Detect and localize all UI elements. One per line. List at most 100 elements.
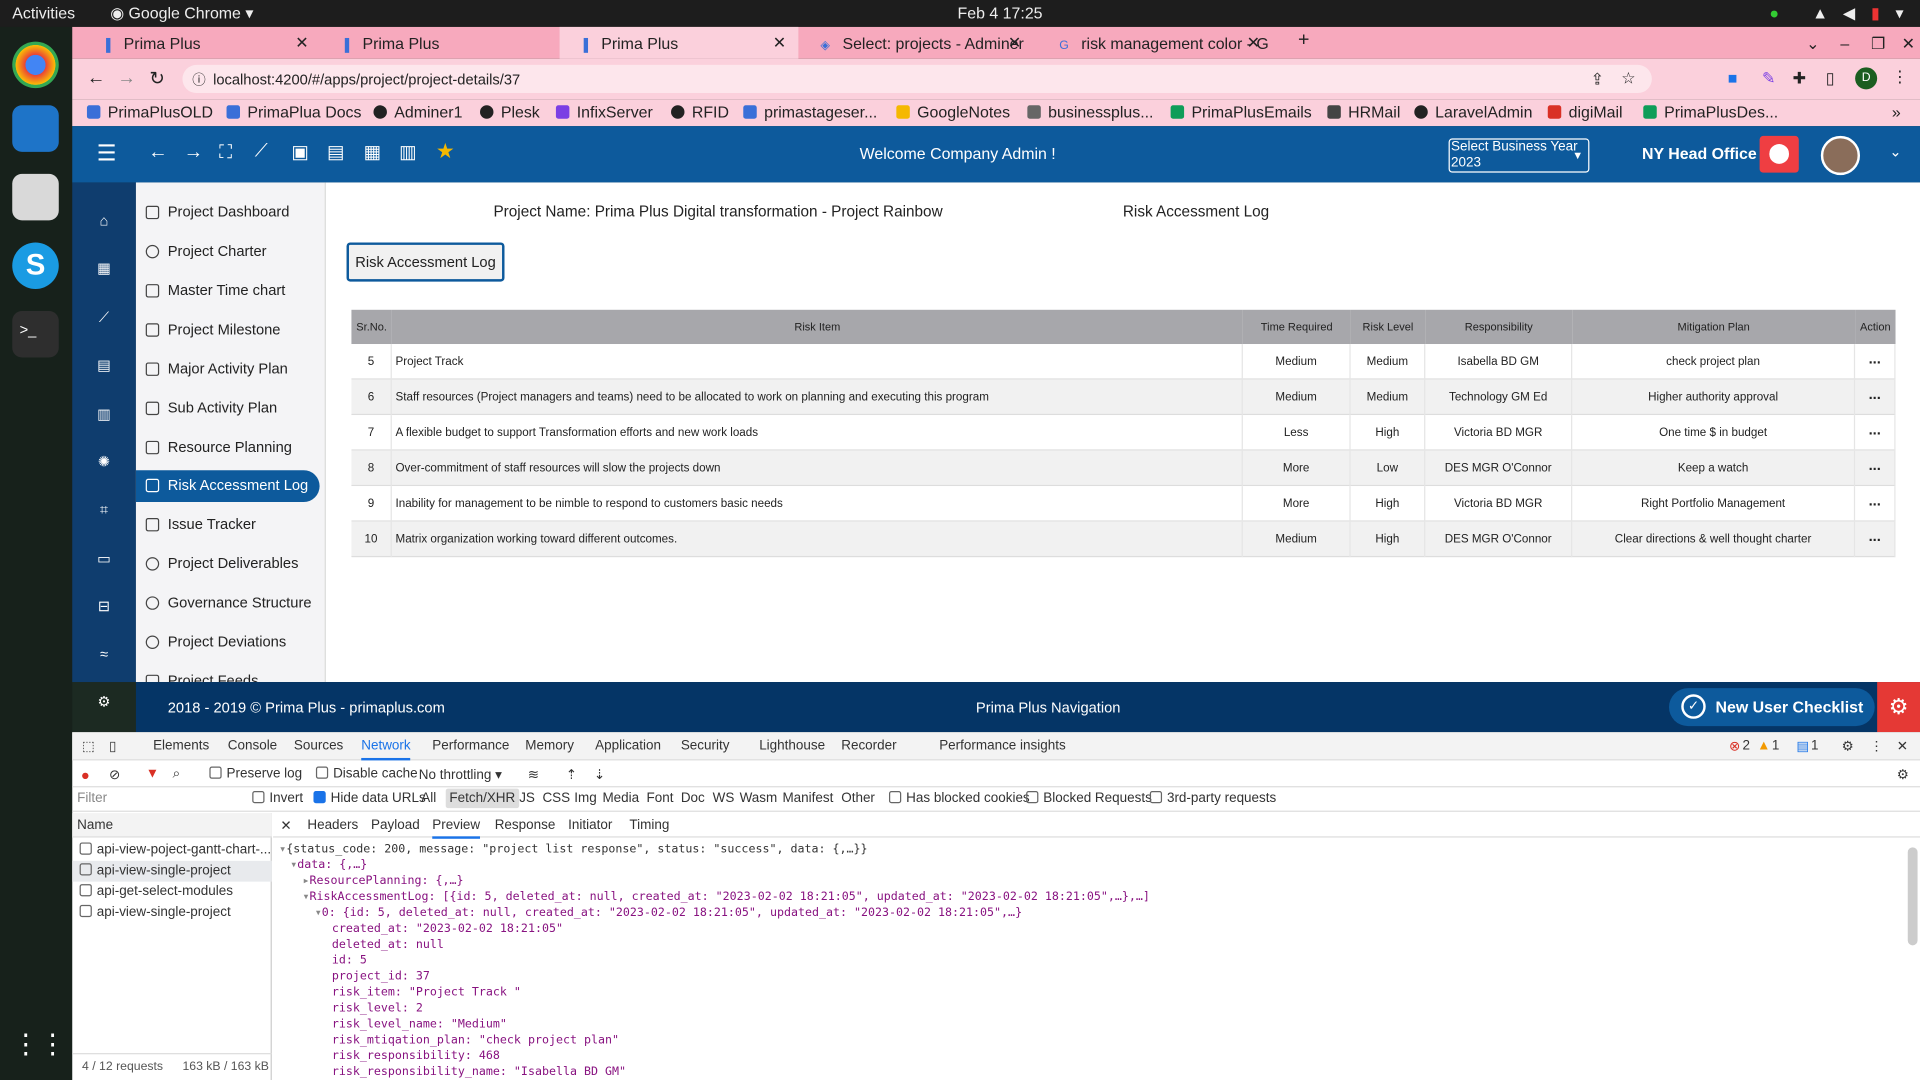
side-panel-icon[interactable]: ▯ — [1826, 69, 1835, 89]
folder-icon[interactable]: ▭ — [96, 550, 113, 567]
browser-tab[interactable]: Grisk management color - G ✕ — [1040, 27, 1273, 59]
devtools-tab-active[interactable]: Network — [361, 738, 411, 761]
chrome-dock-icon[interactable] — [12, 41, 59, 89]
row-action-menu[interactable]: ... — [1855, 344, 1896, 380]
network-settings-icon[interactable]: ⚙ — [1897, 767, 1909, 783]
sidenav-item-sub-activity-plan[interactable]: Sub Activity Plan — [136, 393, 320, 425]
disable-cache-checkbox[interactable]: Disable cache — [315, 766, 418, 781]
extension-pen-icon[interactable]: ✎ — [1762, 69, 1775, 89]
filter-type[interactable]: Img — [574, 791, 596, 806]
close-tab-icon[interactable]: ✕ — [295, 33, 308, 53]
back-arrow-icon[interactable]: ← — [148, 142, 168, 164]
filter-type[interactable]: Other — [841, 791, 875, 806]
bookmark-item[interactable]: InfixServer — [555, 103, 653, 121]
filter-type[interactable]: Manifest — [782, 791, 833, 806]
sidenav-item-governance-structure[interactable]: Governance Structure — [136, 588, 320, 620]
request-row-selected[interactable]: api-view-single-project — [72, 860, 272, 882]
app-grid-icon[interactable]: ⋮⋮⋮ — [12, 1021, 93, 1068]
browser-tab-active[interactable]: ▐ Prima Plus ✕ — [559, 26, 799, 59]
sidenav-item-project-deviations[interactable]: Project Deviations — [136, 627, 320, 659]
extension-icon[interactable]: ■ — [1728, 69, 1738, 87]
detail-tab[interactable]: Response — [495, 818, 556, 833]
hide-data-urls-checkbox[interactable]: Hide data URLs — [313, 791, 426, 806]
close-tab-icon[interactable]: ✕ — [1008, 33, 1021, 53]
bookmark-item[interactable]: GoogleNotes — [896, 103, 1010, 121]
skype-dock-icon[interactable]: S — [12, 242, 59, 289]
sidenav-item-issue-tracker[interactable]: Issue Tracker — [136, 509, 320, 541]
sidenav-item-resource-planning[interactable]: Resource Planning — [136, 432, 320, 464]
sidenav-item-project-dashboard[interactable]: Project Dashboard — [136, 197, 320, 229]
new-tab-button[interactable]: + — [1278, 27, 1315, 59]
sun-icon[interactable]: ✺ — [96, 453, 113, 470]
devtools-tab[interactable]: Performance insights — [939, 738, 1066, 753]
record-icon[interactable]: ● — [81, 767, 90, 784]
bookmark-item[interactable]: primastageser... — [743, 103, 877, 121]
inbox-icon[interactable]: ▣ — [291, 141, 308, 163]
filter-type[interactable]: WS — [713, 791, 735, 806]
name-column-header[interactable]: Name — [72, 813, 272, 838]
filter-icon[interactable]: ▼ — [146, 767, 159, 782]
json-node-data[interactable]: ▾data: {,…} — [290, 858, 367, 871]
bookmark-item[interactable]: Adminer1 — [373, 103, 462, 121]
import-icon[interactable]: ⇡ — [566, 767, 577, 783]
chrome-menu-icon[interactable]: ⋮ — [1892, 67, 1908, 87]
chart-line-icon[interactable]: ≈ — [96, 645, 113, 662]
json-node-risk-log[interactable]: ▾RiskAccessmentLog: [{id: 5, deleted_at:… — [302, 890, 1149, 903]
request-row[interactable]: api-get-select-modules — [72, 882, 272, 903]
json-node-resource-planning[interactable]: ▸ResourcePlanning: {,…} — [302, 874, 463, 887]
location-pin-icon[interactable]: ⬤ — [1759, 135, 1799, 173]
sidenav-item-master-time-chart[interactable]: Master Time chart — [136, 276, 320, 308]
scan-icon[interactable]: ⛶ — [219, 142, 232, 163]
site-info-icon[interactable]: ⓘ — [192, 70, 205, 90]
business-year-select[interactable]: Select Business Year 2023 ▼ — [1448, 138, 1590, 173]
crop-icon[interactable]: ⌗ — [96, 501, 113, 518]
bookmark-item[interactable]: Plesk — [480, 103, 540, 121]
request-row[interactable]: api-view-poject-gantt-chart-... — [72, 840, 272, 861]
sidenav-item-project-feeds[interactable]: Project Feeds — [136, 666, 320, 683]
row-action-menu[interactable]: ... — [1855, 415, 1896, 451]
browser-tab[interactable]: ▐ Prima Plus ✕ — [82, 27, 321, 59]
window-close-icon[interactable]: ✕ — [1882, 27, 1915, 59]
filter-input[interactable]: Filter — [77, 791, 240, 806]
network-conditions-icon[interactable]: ≋ — [528, 767, 539, 783]
detail-tab[interactable]: Timing — [629, 818, 669, 833]
forward-arrow-icon[interactable]: → — [184, 142, 204, 164]
close-detail-icon[interactable]: ✕ — [280, 818, 291, 834]
inspect-icon[interactable]: ⬚ — [82, 738, 95, 755]
row-action-menu[interactable]: ... — [1855, 521, 1896, 558]
minimize-icon[interactable]: – — [1821, 27, 1849, 59]
browser-tab[interactable]: ▐ Prima Plus — [321, 27, 560, 59]
calendar-icon[interactable]: ▥ — [399, 141, 416, 163]
bookmark-star-icon[interactable]: ☆ — [1621, 69, 1635, 89]
export-icon[interactable]: ⇣ — [594, 767, 605, 783]
risk-accessment-log-button[interactable]: Risk Accessment Log — [346, 242, 505, 282]
throttling-select[interactable]: No throttling ▾ — [419, 767, 502, 783]
detail-tab-active[interactable]: Preview — [432, 818, 481, 839]
share-icon[interactable]: ⇪ — [1591, 70, 1604, 90]
error-count[interactable]: 2 — [1742, 738, 1750, 753]
bookmark-item[interactable]: PrimaPlusOLD — [86, 103, 213, 121]
settings-gear-icon[interactable]: ⚙ — [96, 693, 113, 710]
json-tree-root[interactable]: ▾{status_code: 200, message: "project li… — [279, 842, 867, 855]
clock[interactable]: Feb 4 17:25 — [958, 4, 1043, 22]
blocked-cookies-checkbox[interactable]: Has blocked cookies — [888, 791, 1030, 806]
address-bar[interactable]: ⓘ localhost:4200/#/apps/project/project-… — [182, 64, 1652, 94]
bookmark-item[interactable]: digiMail — [1547, 103, 1623, 121]
devtools-tab[interactable]: Security — [681, 738, 730, 753]
more-bookmarks-icon[interactable]: » — [1892, 103, 1901, 121]
sidenav-item-risk-accessment-log[interactable]: Risk Accessment Log — [135, 470, 320, 503]
devtools-tab[interactable]: Application — [595, 738, 661, 753]
filter-type[interactable]: CSS — [542, 791, 570, 806]
activities-button[interactable]: Activities — [12, 4, 75, 22]
filter-fetch-xhr[interactable]: Fetch/XHR — [445, 788, 519, 809]
row-action-menu[interactable]: ... — [1855, 379, 1896, 416]
warning-count[interactable]: 1 — [1772, 738, 1780, 753]
trend-icon[interactable]: ⟋ — [255, 141, 268, 162]
contact-icon[interactable]: ▦ — [364, 141, 381, 163]
devtools-tab[interactable]: Elements — [153, 738, 209, 753]
star-icon[interactable]: ★ — [436, 140, 455, 164]
search-icon[interactable]: ⌕ — [173, 767, 181, 783]
grid-icon[interactable]: ▦ — [96, 260, 113, 277]
reload-icon[interactable]: ↻ — [149, 67, 164, 90]
profile-avatar[interactable]: D — [1855, 67, 1878, 90]
